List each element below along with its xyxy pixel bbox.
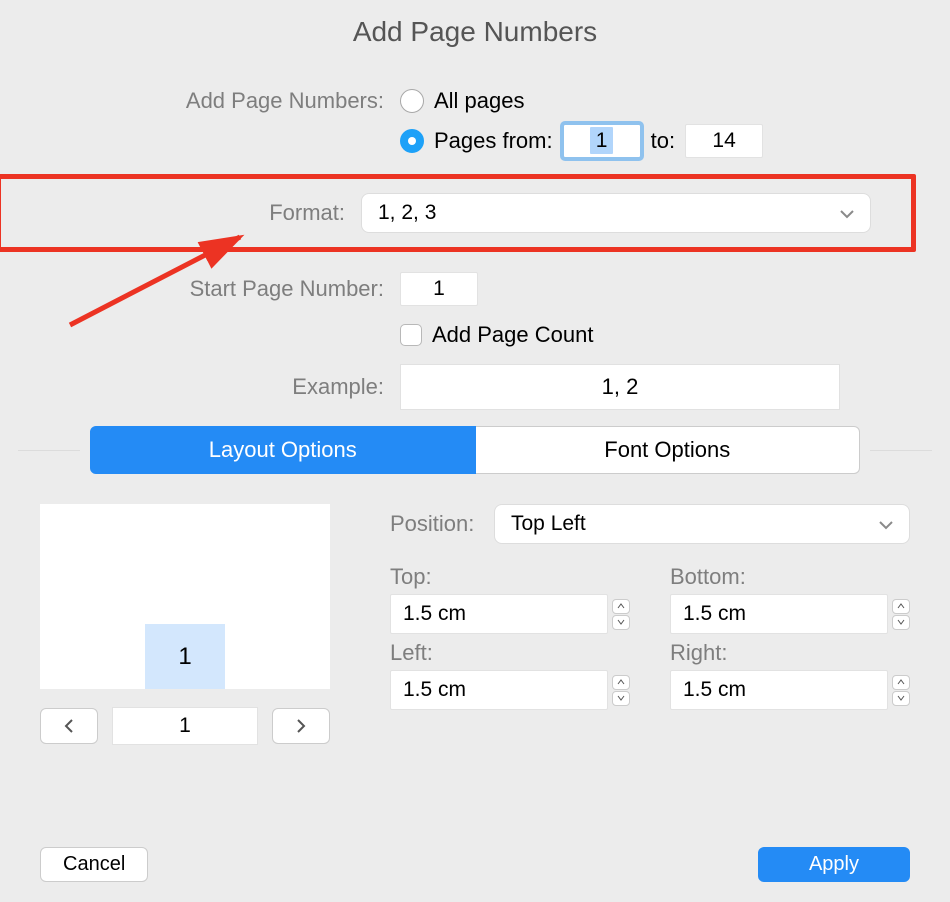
pages-from-input[interactable]: 1 bbox=[563, 124, 641, 158]
add-page-count-label: Add Page Count bbox=[432, 322, 593, 348]
margin-right-stepper[interactable] bbox=[892, 675, 910, 706]
radio-pages-from[interactable] bbox=[400, 129, 424, 153]
margin-left-stepper[interactable] bbox=[612, 675, 630, 706]
format-dropdown[interactable]: 1, 2, 3 bbox=[361, 193, 871, 233]
example-output: 1, 2 bbox=[400, 364, 840, 410]
prev-page-button[interactable] bbox=[40, 708, 98, 744]
preview-page-input[interactable]: 1 bbox=[112, 707, 258, 745]
radio-all-pages-label: All pages bbox=[434, 88, 525, 114]
next-page-button[interactable] bbox=[272, 708, 330, 744]
range-label: Add Page Numbers: bbox=[40, 88, 400, 114]
start-page-input[interactable]: 1 bbox=[400, 272, 478, 306]
margin-right-label: Right: bbox=[670, 640, 910, 666]
chevron-down-icon bbox=[879, 512, 893, 536]
margin-bottom-label: Bottom: bbox=[670, 564, 910, 590]
radio-pages-from-label: Pages from: bbox=[434, 128, 553, 154]
margin-top-stepper[interactable] bbox=[612, 599, 630, 630]
margin-left-input[interactable]: 1.5 cm bbox=[390, 670, 608, 710]
to-label: to: bbox=[651, 128, 675, 154]
position-dropdown[interactable]: Top Left bbox=[494, 504, 910, 544]
margin-bottom-input[interactable]: 1.5 cm bbox=[670, 594, 888, 634]
format-label: Format: bbox=[61, 200, 361, 226]
tab-layout-options[interactable]: Layout Options bbox=[90, 426, 476, 474]
divider bbox=[18, 450, 80, 451]
add-page-count-checkbox[interactable] bbox=[400, 324, 422, 346]
preview-page-number: 1 bbox=[145, 624, 225, 689]
radio-all-pages[interactable] bbox=[400, 89, 424, 113]
divider bbox=[870, 450, 932, 451]
format-row-highlight: Format: 1, 2, 3 bbox=[0, 174, 916, 252]
margin-top-label: Top: bbox=[390, 564, 630, 590]
pages-to-input[interactable]: 14 bbox=[685, 124, 763, 158]
start-page-label: Start Page Number: bbox=[40, 276, 400, 302]
position-label: Position: bbox=[390, 511, 480, 537]
format-dropdown-value: 1, 2, 3 bbox=[378, 201, 436, 225]
dialog-title: Add Page Numbers bbox=[0, 0, 950, 48]
margin-bottom-stepper[interactable] bbox=[892, 599, 910, 630]
margin-right-input[interactable]: 1.5 cm bbox=[670, 670, 888, 710]
example-label: Example: bbox=[40, 374, 400, 400]
page-preview: 1 bbox=[40, 504, 330, 689]
chevron-down-icon bbox=[840, 201, 854, 225]
margin-top-input[interactable]: 1.5 cm bbox=[390, 594, 608, 634]
margin-left-label: Left: bbox=[390, 640, 630, 666]
apply-button[interactable]: Apply bbox=[758, 847, 910, 882]
cancel-button[interactable]: Cancel bbox=[40, 847, 148, 882]
position-dropdown-value: Top Left bbox=[511, 512, 586, 536]
tab-font-options[interactable]: Font Options bbox=[476, 426, 861, 474]
